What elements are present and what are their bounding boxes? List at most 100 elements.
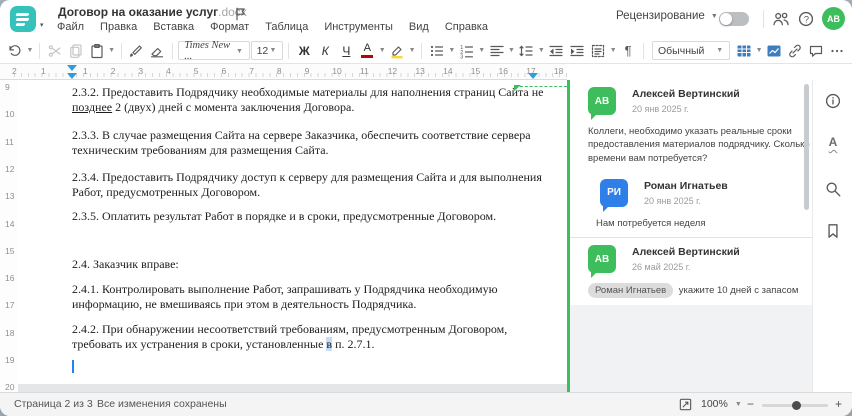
insert-table-button[interactable] [734,40,754,62]
bullet-list-button[interactable] [427,40,447,62]
app-window: ▾ Договор на оказание услуг.docx Файл Пра… [0,0,852,416]
left-indent-marker[interactable] [67,73,77,79]
bullet-list-dropdown-icon[interactable]: ▼ [448,47,456,54]
comment-item-2[interactable]: РИ Роман Игнатьев 20 янв 2025 г. Нам потреб… [570,171,812,238]
mention-chip[interactable]: Роман Игнатьев [588,283,674,299]
menu-item-3[interactable]: Формат [210,21,249,33]
align-dropdown-icon[interactable]: ▼ [508,47,516,54]
comment-date: 20 янв 2025 г. [644,195,701,206]
font-color-dropdown-icon[interactable]: ▼ [378,47,386,54]
paste-button[interactable] [87,40,107,62]
highlight-dropdown-icon[interactable]: ▼ [408,47,416,54]
comment-header: Роман Игнатьев 20 янв 2025 г. [644,179,800,206]
app-menu-caret-icon[interactable]: ▾ [40,21,44,29]
zoom-level-select[interactable]: 100% ▼ [701,398,743,410]
spellcheck-icon[interactable]: А [824,135,842,153]
font-name-select[interactable]: Times New ... ▼ [178,40,250,62]
underline-button[interactable]: Ч [336,40,356,62]
user-avatar[interactable]: АВ [822,7,845,30]
v-ruler-number: 18 [5,327,15,338]
paragraph-settings-button[interactable] [588,40,608,62]
help-icon[interactable]: ? [797,10,815,28]
zoom-out-button[interactable]: − [747,397,754,411]
app-logo-icon[interactable] [10,6,36,32]
bookmark-icon[interactable] [824,222,842,240]
italic-button[interactable]: К [315,40,335,62]
nonprinting-characters-button[interactable]: ¶ [618,40,638,62]
comment-avatar: АВ [588,87,616,120]
horizontal-ruler[interactable]: 2 1 1 2 3 4 5 6 7 8 9 10 11 12 13 14 15 16 17 18 [0,64,567,80]
cut-button[interactable] [45,40,65,62]
increase-indent-button[interactable] [567,40,587,62]
h-ruler-number: 18 [553,66,564,76]
h-ruler-number: 14 [443,66,453,76]
page-gap [18,384,567,392]
undo-dropdown-icon[interactable]: ▼ [26,47,34,54]
more-tools-button[interactable] [827,40,847,62]
align-button[interactable] [487,40,507,62]
document-area: 2.3.2. Предоставить Подрядчику необходим… [18,80,812,392]
comment-header: Алексей Вертинский 26 май 2025 г. [632,245,800,272]
v-ruler-number: 11 [5,136,14,147]
v-ruler-number: 20 [5,382,15,393]
menu-item-4[interactable]: Таблица [265,21,308,33]
favorite-flag-icon[interactable] [233,6,249,22]
review-mode-button[interactable]: Рецензирование ▼ [616,10,719,22]
undo-button[interactable] [5,40,25,62]
first-line-indent-marker[interactable] [67,65,77,71]
comment-item-3[interactable]: АВ Алексей Вертинский 26 май 2025 г. Роман … [570,238,812,306]
comments-scrollbar[interactable] [804,84,809,210]
avatar-tail-icon [603,205,609,212]
page-indicator[interactable]: Страница 2 из 3 [14,398,93,410]
comment-item-1[interactable]: АВ Алексей Вертинский 20 янв 2025 г. Коллег… [570,80,812,172]
paragraph-4: 2.3.5. Оплатить результат Работ в порядк… [72,209,545,224]
v-ruler-number: 17 [5,300,15,311]
menu-item-7[interactable]: Справка [445,21,488,33]
menu-item-0[interactable]: Файл [57,21,84,33]
font-color-button[interactable]: А [357,40,377,62]
comment-text-run: Нам потребуется неделя [596,217,706,229]
zoom-in-button[interactable]: + [835,397,842,411]
paragraph-5: 2.4. Заказчик вправе: [72,257,545,272]
menu-item-2[interactable]: Вставка [153,21,194,33]
clear-style-button[interactable] [147,40,167,62]
info-panel-icon[interactable] [824,92,842,110]
menu-item-5[interactable]: Инструменты [324,21,393,33]
copy-button[interactable] [66,40,86,62]
h-ruler-number: 9 [304,66,310,76]
line-spacing-dropdown-icon[interactable]: ▼ [537,47,545,54]
decrease-indent-button[interactable] [546,40,566,62]
paragraph-settings-dropdown-icon[interactable]: ▼ [609,47,617,54]
font-size-select[interactable]: 12 ▼ [250,41,284,60]
chevron-down-icon: ▼ [269,47,277,54]
search-icon[interactable] [824,180,842,198]
comment-text-run: укажите 10 дней с запасом [676,285,799,297]
review-toggle[interactable] [719,12,749,26]
line-spacing-button[interactable] [516,40,536,62]
v-ruler-number: 9 [5,82,10,92]
numbered-list-button[interactable]: 123 [457,40,477,62]
highlight-button[interactable] [387,40,407,62]
insert-comment-button[interactable] [806,40,826,62]
h-ruler-number: 17 [526,66,536,76]
vertical-ruler[interactable]: 9 10 11 12 13 14 15 16 17 18 19 20 [0,80,18,392]
zoom-slider[interactable] [762,401,828,410]
paste-dropdown-icon[interactable]: ▼ [108,47,116,54]
comments-list: АВ Алексей Вертинский 20 янв 2025 г. Коллег… [570,80,812,306]
collaboration-users-icon[interactable] [772,10,790,28]
numbered-list-dropdown-icon[interactable]: ▼ [478,47,486,54]
insert-table-dropdown-icon[interactable]: ▼ [755,47,763,54]
bold-button[interactable]: Ж [294,40,314,62]
review-mode-label: Рецензирование [616,10,705,22]
menu-item-1[interactable]: Правка [100,21,137,33]
insert-chart-button[interactable] [764,40,784,62]
document-page[interactable]: 2.3.2. Предоставить Подрядчику необходим… [18,80,567,384]
comment-text: Нам потребуется неделя [596,217,822,230]
paragraph-style-select[interactable]: Обычный ▼ [652,41,731,60]
insert-link-button[interactable] [785,40,805,62]
zoom-slider-knob[interactable] [792,401,801,410]
menu-item-6[interactable]: Вид [409,21,429,33]
fit-page-icon[interactable] [678,397,693,412]
format-painter-button[interactable] [126,40,146,62]
svg-text:3: 3 [460,54,463,58]
